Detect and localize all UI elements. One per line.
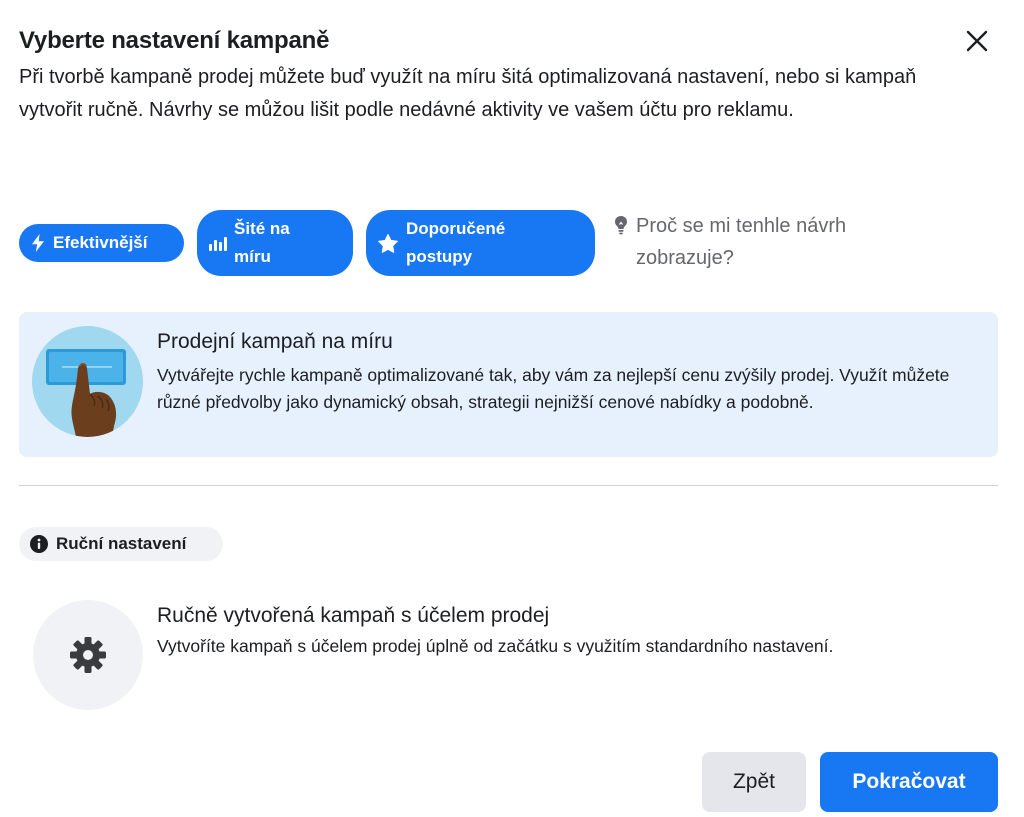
close-button[interactable] (960, 24, 994, 58)
info-icon (30, 535, 48, 553)
manual-option-title: Ručně vytvořená kampaň s účelem prodej (157, 604, 550, 627)
bar-chart-icon (209, 237, 227, 251)
why-link-text: Proč se mi tenhle návrh zobrazuje? (636, 215, 847, 269)
why-suggestion-link[interactable]: Proč se mi tenhle návrh zobrazuje? (614, 210, 914, 274)
star-icon (378, 233, 398, 253)
manual-setup-badge: Ruční nastavení (19, 527, 223, 561)
chip-best-practices: Doporučené postupy (366, 210, 595, 276)
hand-tapping-button-illustration (32, 326, 143, 437)
divider (19, 485, 998, 486)
dialog-description: Při tvorbě kampaně prodej můžete buď vyu… (19, 66, 917, 121)
lightbulb-icon (615, 216, 627, 235)
badge-label: Ruční nastavení (56, 534, 187, 553)
chip-label: Doporučené postupy (406, 219, 506, 266)
chip-tailored: Šité na míru (197, 210, 353, 276)
lightning-icon (32, 234, 44, 252)
manual-option-description: Vytvoříte kampaň s účelem prodej úplně o… (157, 636, 834, 656)
chip-label: Šité na míru (234, 219, 290, 266)
gear-icon (70, 637, 106, 673)
recommended-description: Vytvářejte rychle kampaně optimalizované… (157, 365, 950, 412)
dialog-title: Vyberte nastavení kampaně (19, 27, 330, 54)
recommended-option-card[interactable]: Prodejní kampaň na míru Vytvářejte rychl… (19, 312, 998, 457)
recommended-title: Prodejní kampaň na míru (157, 330, 393, 353)
chip-efficient: Efektivnější (19, 224, 184, 262)
close-icon (966, 30, 988, 52)
continue-button[interactable]: Pokračovat (820, 752, 998, 812)
chip-label: Efektivnější (53, 233, 148, 252)
back-button[interactable]: Zpět (702, 752, 806, 812)
manual-option-icon-circle (33, 600, 143, 710)
